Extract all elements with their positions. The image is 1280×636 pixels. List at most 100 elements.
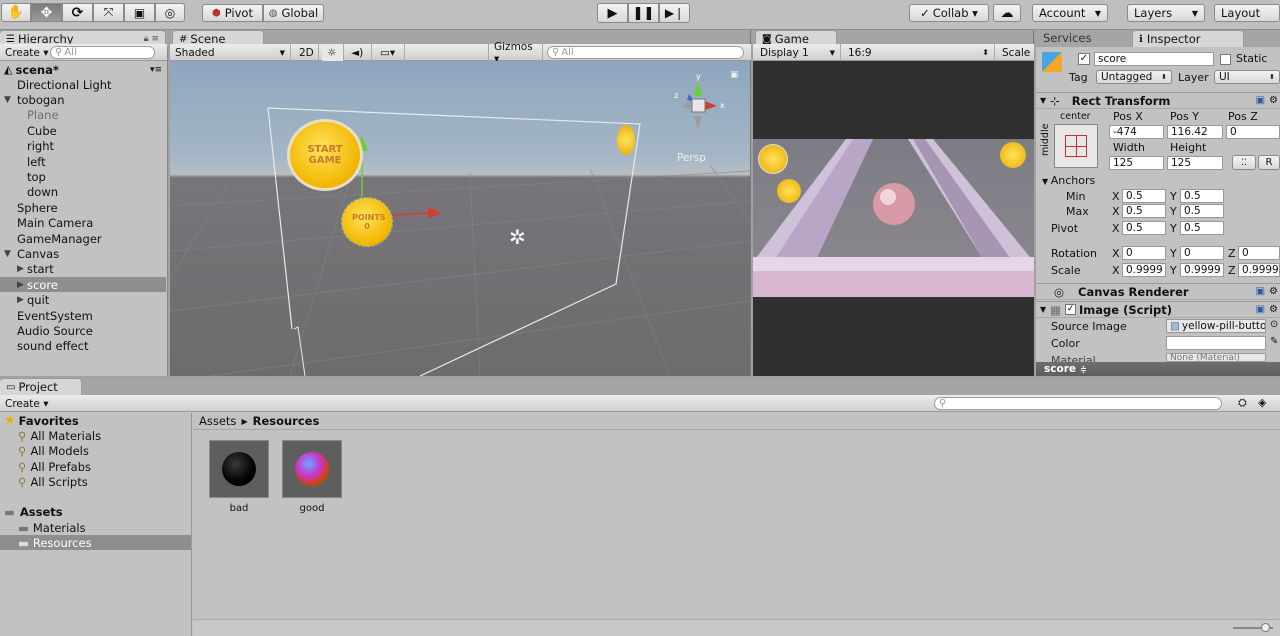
start-game-button-preview[interactable]: START GAME xyxy=(287,119,363,191)
active-checkbox[interactable]: ✓ xyxy=(1078,53,1090,65)
rot-z-field[interactable]: 0 xyxy=(1238,246,1280,260)
filter-label-icon[interactable]: ◈ xyxy=(1258,396,1266,409)
display-dropdown[interactable]: Display 1 ▼ xyxy=(755,44,841,61)
folder-item-materials[interactable]: ▬ Materials xyxy=(18,520,86,535)
toggle-2d-button[interactable]: 2D xyxy=(294,44,319,61)
lighting-toggle[interactable]: ☼ xyxy=(322,44,344,61)
hierarchy-item[interactable]: left xyxy=(0,154,166,169)
hierarchy-item[interactable]: Audio Source xyxy=(0,323,166,338)
max-y-field[interactable]: 0.5 xyxy=(1180,204,1224,218)
collapse-arrow-icon[interactable]: ▶ xyxy=(17,280,27,290)
scale-y-field[interactable]: 0.9999 xyxy=(1180,263,1224,277)
eyedropper-icon[interactable]: ✎ xyxy=(1270,336,1278,347)
rot-y-field[interactable]: 0 xyxy=(1180,246,1224,260)
breadcrumb-current[interactable]: Resources xyxy=(253,414,320,428)
project-search-input[interactable]: ⚲ xyxy=(934,397,1222,410)
account-button[interactable]: Account ▼ xyxy=(1032,4,1108,22)
expand-arrow-icon[interactable]: ▼ xyxy=(4,95,17,105)
min-y-field[interactable]: 0.5 xyxy=(1180,189,1224,203)
hierarchy-item[interactable]: right xyxy=(0,139,166,154)
cloud-button[interactable]: ☁ xyxy=(993,4,1021,22)
rect-tool-button[interactable]: ▣ xyxy=(124,3,155,22)
layer-dropdown[interactable]: UI ⬍ xyxy=(1214,70,1280,84)
play-button[interactable]: ▶ xyxy=(597,3,628,23)
gizmos-dropdown[interactable]: Gizmos ▾ xyxy=(488,41,543,65)
project-create-button[interactable]: Create ▾ xyxy=(0,395,54,412)
scale-x-field[interactable]: 0.9999 xyxy=(1122,263,1166,277)
hierarchy-item[interactable]: GameManager xyxy=(0,231,166,246)
favorite-item[interactable]: ⚲ All Models xyxy=(18,443,89,458)
canvas-renderer-header[interactable]: ◎ Canvas Renderer ▣ ⚙ xyxy=(1036,283,1280,300)
scene-root[interactable]: ◭ scena* ▾≡ xyxy=(0,62,166,77)
breadcrumb-root[interactable]: Assets xyxy=(199,414,236,428)
tab-services[interactable]: Services xyxy=(1043,31,1092,45)
layout-button[interactable]: Layout xyxy=(1214,4,1280,22)
posz-field[interactable]: 0 xyxy=(1226,125,1280,139)
hierarchy-search-input[interactable]: ⚲ All xyxy=(50,46,155,59)
hierarchy-item[interactable]: down xyxy=(0,185,166,200)
persp-label[interactable]: Persp xyxy=(677,152,706,164)
hierarchy-item[interactable]: ▶ score xyxy=(0,277,166,293)
game-quit-button[interactable] xyxy=(1000,142,1026,168)
tab-project[interactable]: ▭ Project xyxy=(0,378,82,395)
hand-tool-button[interactable]: ✋ xyxy=(1,3,31,22)
static-checkbox[interactable] xyxy=(1220,54,1231,65)
step-button[interactable]: ▶❘ xyxy=(659,3,690,23)
asset-item-bad[interactable]: bad xyxy=(209,440,269,520)
hierarchy-item[interactable]: Sphere xyxy=(0,200,166,215)
object-name-field[interactable]: score xyxy=(1094,52,1214,66)
min-x-field[interactable]: 0.5 xyxy=(1122,189,1166,203)
lock-icon[interactable]: ▣ xyxy=(730,70,739,80)
scale-z-field[interactable]: 0.9999 xyxy=(1238,263,1280,277)
help-icon[interactable]: ▣ xyxy=(1256,95,1265,106)
hierarchy-item[interactable]: Cube xyxy=(0,123,166,138)
rotate-tool-button[interactable]: ⟳ xyxy=(62,3,93,22)
help-icon[interactable]: ▣ xyxy=(1256,304,1265,315)
object-picker-icon[interactable]: ⊙ xyxy=(1270,319,1278,330)
gear-icon[interactable]: ⚙ xyxy=(1269,95,1278,106)
light-gizmo-icon[interactable]: ✲ xyxy=(509,225,526,249)
game-points-button[interactable] xyxy=(777,179,801,203)
help-icon[interactable]: ▣ xyxy=(1256,286,1265,297)
material-field[interactable]: None (Material) xyxy=(1166,353,1266,362)
shading-dropdown[interactable]: Shaded ▼ xyxy=(170,44,291,61)
folder-item-resources[interactable]: ▬ Resources xyxy=(0,535,191,550)
rect-transform-header[interactable]: ▼ ⊹ Rect Transform ▣ ⚙ xyxy=(1036,92,1280,109)
layers-button[interactable]: Layers ▼ xyxy=(1127,4,1205,22)
hierarchy-item[interactable]: Plane xyxy=(0,108,166,123)
favorite-item[interactable]: ⚲ All Scripts xyxy=(18,474,88,489)
posx-field[interactable]: -474 xyxy=(1109,125,1164,139)
resize-grip-icon[interactable]: ≑ xyxy=(1080,365,1087,374)
collapse-arrow-icon[interactable]: ▶ xyxy=(17,295,27,305)
pivot-y-field[interactable]: 0.5 xyxy=(1180,221,1224,235)
gear-icon[interactable]: ⚙ xyxy=(1269,286,1278,297)
asset-item-good[interactable]: good xyxy=(282,440,342,520)
quit-button-preview[interactable] xyxy=(617,125,635,155)
height-field[interactable]: 125 xyxy=(1167,156,1223,170)
pivot-x-field[interactable]: 0.5 xyxy=(1122,221,1166,235)
audio-toggle[interactable]: ◄) xyxy=(346,44,372,61)
hierarchy-item[interactable]: ▶ quit xyxy=(0,293,166,308)
posy-field[interactable]: 116.42 xyxy=(1167,125,1223,139)
hierarchy-item[interactable]: ▶ start xyxy=(0,262,166,277)
scale-slider-label[interactable]: Scale xyxy=(997,44,1035,61)
anchors-label[interactable]: ▼ Anchors xyxy=(1042,174,1095,187)
hierarchy-create-button[interactable]: Create ▾ xyxy=(0,44,54,61)
blueprint-mode-button[interactable]: ⁚⁚ xyxy=(1232,155,1256,170)
zoom-slider[interactable] xyxy=(1233,623,1273,632)
color-field[interactable] xyxy=(1166,336,1266,350)
hierarchy-item[interactable]: top xyxy=(0,169,166,184)
game-start-button[interactable] xyxy=(758,144,788,174)
effects-toggle[interactable]: ▭▾ xyxy=(375,44,405,61)
hierarchy-item[interactable]: ▼ Canvas xyxy=(0,246,166,261)
hierarchy-item[interactable]: ▼ tobogan xyxy=(0,92,166,107)
favorites-header[interactable]: ★ Favorites xyxy=(4,413,79,428)
transform-tool-button[interactable]: ◎ xyxy=(155,3,185,22)
assets-header[interactable]: ▬ Assets xyxy=(4,504,63,519)
hierarchy-item[interactable]: Main Camera xyxy=(0,216,166,231)
filter-type-icon[interactable]: ⛭ xyxy=(1238,396,1247,410)
max-x-field[interactable]: 0.5 xyxy=(1122,204,1166,218)
game-viewport[interactable] xyxy=(753,61,1034,376)
orientation-gizmo[interactable]: y x z xyxy=(667,72,732,140)
expand-arrow-icon[interactable]: ▼ xyxy=(4,249,17,259)
